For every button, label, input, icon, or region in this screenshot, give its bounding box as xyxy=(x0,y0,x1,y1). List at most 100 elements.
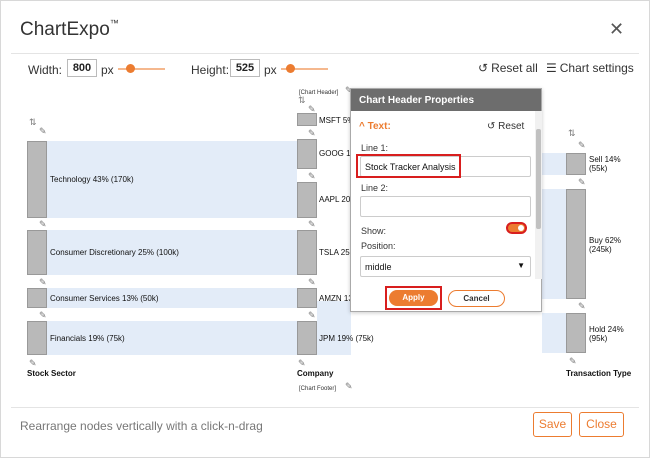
line1-highlight xyxy=(356,154,461,178)
position-label: Position: xyxy=(361,241,396,251)
sliders-icon: ☰ xyxy=(546,61,557,75)
label-hold: Hold 24% (95k) xyxy=(589,325,624,343)
trademark-mark: ™ xyxy=(109,18,119,28)
chart-footer-tag[interactable]: [Chart Footer] xyxy=(299,386,336,392)
line2-label: Line 2: xyxy=(361,183,389,193)
sort-icon[interactable]: ⇅ xyxy=(298,95,306,106)
node-technology[interactable] xyxy=(27,141,47,218)
line2-input[interactable] xyxy=(360,196,531,217)
label-sell-line1: Sell 14% xyxy=(589,155,621,164)
label-consumer-discretionary: Consumer Discretionary 25% (100k) xyxy=(50,248,179,257)
label-sell-line2: (55k) xyxy=(589,164,608,173)
footer-hint: Rearrange nodes vertically with a click-… xyxy=(20,419,263,433)
cancel-button[interactable]: Cancel xyxy=(448,290,505,307)
chart-header-properties-panel: Chart Header Properties ^ Text: ↺ Reset … xyxy=(350,88,542,312)
section-text-label: Text: xyxy=(367,121,391,132)
panel-reset-label: Reset xyxy=(498,121,525,132)
edit-pencil-icon[interactable]: ✎ xyxy=(39,310,47,321)
label-jpm: JPM 19% (75k) xyxy=(319,334,374,343)
flow-jpm-out xyxy=(317,301,351,355)
node-jpm[interactable] xyxy=(297,321,317,355)
label-financials: Financials 19% (75k) xyxy=(50,334,125,343)
edit-pencil-icon[interactable]: ✎ xyxy=(308,128,316,139)
label-technology: Technology 43% (170k) xyxy=(50,175,134,184)
sort-icon[interactable]: ⇅ xyxy=(568,128,576,139)
chart-settings-label: Chart settings xyxy=(559,61,634,75)
dialog-title: ChartExpo™ xyxy=(20,18,119,41)
undo-icon: ↺ xyxy=(487,121,496,132)
node-aapl[interactable] xyxy=(297,182,317,218)
node-goog[interactable] xyxy=(297,139,317,169)
size-toolbar: Width: px Height: px ↺Reset all ☰Chart s… xyxy=(1,59,650,79)
edit-pencil-icon[interactable]: ✎ xyxy=(298,358,306,369)
edit-pencil-icon[interactable]: ✎ xyxy=(578,140,586,151)
apply-button[interactable]: Apply xyxy=(389,290,438,306)
edit-pencil-icon[interactable]: ✎ xyxy=(578,177,586,188)
chevron-down-icon: ▼ xyxy=(517,261,525,270)
dialog-title-text: ChartExpo xyxy=(20,19,110,40)
edit-pencil-icon[interactable]: ✎ xyxy=(39,126,47,137)
edit-pencil-icon[interactable]: ✎ xyxy=(578,301,586,312)
node-sell[interactable] xyxy=(566,153,586,175)
position-select[interactable]: middle ▼ xyxy=(360,256,531,277)
label-buy-line2: (245k) xyxy=(589,245,612,254)
footer-divider xyxy=(11,407,639,408)
label-hold-line1: Hold 24% xyxy=(589,325,624,334)
line1-label: Line 1: xyxy=(361,143,389,153)
close-icon[interactable]: ✕ xyxy=(609,19,624,40)
width-input[interactable] xyxy=(67,59,97,77)
edit-pencil-icon[interactable]: ✎ xyxy=(39,277,47,288)
close-button[interactable]: Close xyxy=(579,412,624,437)
height-label: Height: xyxy=(191,63,230,77)
node-hold[interactable] xyxy=(566,313,586,353)
show-toggle[interactable] xyxy=(506,222,527,234)
edit-pencil-icon[interactable]: ✎ xyxy=(29,358,37,369)
undo-icon: ↺ xyxy=(478,61,489,75)
height-input[interactable] xyxy=(230,59,260,77)
label-goog: GOOG 1 xyxy=(319,149,351,158)
edit-pencil-icon[interactable]: ✎ xyxy=(569,356,577,367)
axis-label-transaction-type: Transaction Type xyxy=(566,369,632,378)
chartexpo-dialog: ChartExpo™ ✕ Width: px Height: px ↺Reset… xyxy=(0,0,650,458)
label-buy-line1: Buy 62% xyxy=(589,236,622,245)
node-financials[interactable] xyxy=(27,321,47,355)
label-hold-line2: (95k) xyxy=(589,334,608,343)
height-slider-handle[interactable] xyxy=(286,64,295,73)
node-buy[interactable] xyxy=(566,189,586,299)
panel-reset-button[interactable]: ↺ Reset xyxy=(487,121,524,132)
chart-settings-button[interactable]: ☰ Chart settings xyxy=(546,61,634,75)
node-amzn[interactable] xyxy=(297,288,317,308)
node-tsla[interactable] xyxy=(297,230,317,275)
reset-all-button[interactable]: ↺ Reset all xyxy=(478,61,538,75)
node-consumer-services[interactable] xyxy=(27,288,47,308)
label-consumer-services: Consumer Services 13% (50k) xyxy=(50,294,159,303)
label-aapl: AAPL 20 xyxy=(319,195,351,204)
label-amzn: AMZN 13 xyxy=(319,294,353,303)
width-slider-handle[interactable] xyxy=(126,64,135,73)
header-divider xyxy=(11,53,639,54)
panel-scrollbar[interactable] xyxy=(535,111,542,279)
edit-pencil-icon[interactable]: ✎ xyxy=(308,219,316,230)
label-sell: Sell 14% (55k) xyxy=(589,155,621,173)
edit-pencil-icon[interactable]: ✎ xyxy=(39,219,47,230)
section-text-toggle[interactable]: ^ Text: xyxy=(359,121,391,132)
label-buy: Buy 62% (245k) xyxy=(589,236,621,254)
reset-all-label: Reset all xyxy=(491,61,538,75)
width-unit: px xyxy=(101,63,114,77)
edit-pencil-icon[interactable]: ✎ xyxy=(345,381,353,392)
panel-scrollbar-thumb[interactable] xyxy=(536,129,541,229)
node-consumer-discretionary[interactable] xyxy=(27,230,47,275)
edit-pencil-icon[interactable]: ✎ xyxy=(308,171,316,182)
edit-pencil-icon[interactable]: ✎ xyxy=(308,104,316,115)
position-select-value: middle xyxy=(365,262,392,272)
save-button[interactable]: Save xyxy=(533,412,572,437)
axis-label-stock-sector: Stock Sector xyxy=(27,369,76,378)
edit-pencil-icon[interactable]: ✎ xyxy=(308,277,316,288)
height-unit: px xyxy=(264,63,277,77)
chart-header-tag[interactable]: [Chart Header] xyxy=(299,90,338,96)
edit-pencil-icon[interactable]: ✎ xyxy=(308,310,316,321)
panel-title: Chart Header Properties xyxy=(351,89,541,111)
sort-icon[interactable]: ⇅ xyxy=(29,117,37,128)
flow-buy-in xyxy=(542,189,566,299)
flow-sell-in xyxy=(542,153,566,175)
